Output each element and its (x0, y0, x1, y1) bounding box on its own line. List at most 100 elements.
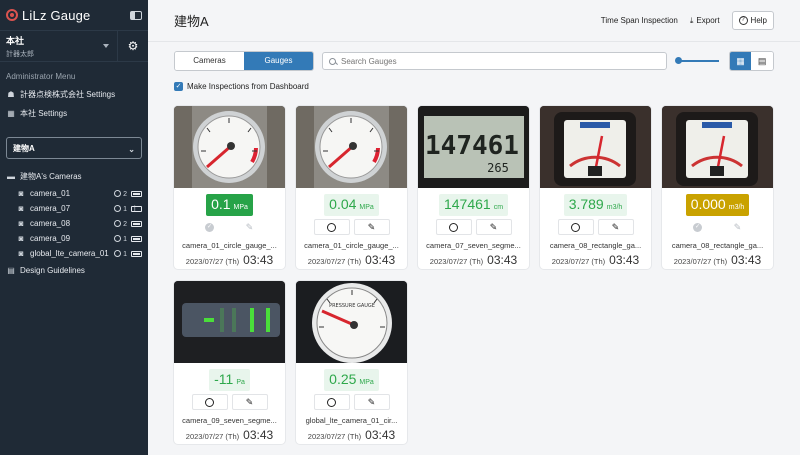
reading-unit: Pa (236, 379, 245, 386)
search-box[interactable] (322, 52, 668, 70)
gauge-thumbnail[interactable] (174, 106, 285, 188)
circle-icon (327, 397, 336, 407)
camera-name: camera_09 (30, 234, 71, 243)
gauge-thumbnail[interactable]: PRESSURE GAUGE (296, 281, 407, 363)
gauge-count: 1 (109, 204, 127, 213)
edit-button[interactable]: ✎ (475, 219, 512, 235)
edit-button[interactable]: ✎ (719, 219, 756, 235)
header: 建物A Time Span Inspection ⤓ Export ? Help (148, 0, 800, 42)
inspect-button[interactable] (435, 219, 472, 235)
pencil-icon: ✎ (245, 221, 254, 232)
gauge-card[interactable]: 3.789 m3/h ✎ camera_08_rectangle_ga... 2023/… (540, 106, 651, 269)
sidebar-item-design-guidelines[interactable]: ▤ Design Guidelines (0, 261, 148, 280)
table-view-button[interactable]: ▤ (751, 52, 773, 70)
gauge-card[interactable]: 0.1 MPa ✓ ✎ camera_01_circle_gauge_... 2023/0… (174, 106, 285, 269)
sidebar-item-camera[interactable]: ◙ global_lte_camera_01 1 (0, 246, 148, 261)
cameras-folder[interactable]: ▬ 建物A's Cameras (0, 167, 148, 186)
gauge-thumbnail[interactable]: 147461 265 (418, 106, 529, 188)
search-input[interactable] (341, 56, 641, 66)
inspect-button[interactable] (557, 219, 594, 235)
info-icon (114, 234, 122, 242)
edit-button[interactable]: ✎ (231, 394, 268, 410)
battery-icon (131, 250, 142, 257)
card-size-slider[interactable] (675, 57, 719, 64)
card-actions: ✎ (174, 394, 285, 410)
gauge-count-value: 1 (123, 205, 127, 213)
grid-view-button[interactable]: ▦ (729, 52, 752, 70)
settings-button[interactable]: ⚙ (118, 31, 148, 61)
download-icon: ⤓ (689, 15, 694, 25)
gauge-name: global_lte_camera_01_cir... (305, 416, 398, 425)
camera-icon: ◙ (18, 234, 24, 243)
reading-date: 2023/07/27 (Th) (185, 432, 240, 441)
gauge-card[interactable]: 0.04 MPa ✎ camera_01_circle_gauge_... 2023/0… (296, 106, 407, 269)
sidebar-item-company-settings[interactable]: ☗ 計器点検株式会社 Settings (0, 85, 148, 104)
gauge-name: camera_07_seven_segme... (426, 241, 521, 250)
gauge-thumbnail[interactable] (296, 106, 407, 188)
gauge-count: 2 (109, 189, 127, 198)
tab-cameras[interactable]: Cameras (175, 52, 244, 70)
value-row: 0.1 MPa (174, 194, 285, 216)
gauge-count-value: 1 (123, 235, 127, 243)
camera-name: camera_01 (30, 189, 71, 198)
reading-date: 2023/07/27 (Th) (429, 257, 484, 266)
inspect-button[interactable] (191, 394, 228, 410)
gauge-card[interactable]: 147461 265 147461 cm ✎ camera_07_seven_segme.… (418, 106, 529, 269)
dashboard-inspection-checkbox[interactable]: ✓ Make Inspections from Dashboard (174, 82, 309, 91)
inspect-button[interactable] (313, 394, 350, 410)
toolbar: Cameras Gauges ▦ ▤ (174, 51, 774, 71)
gauge-card[interactable]: -11 Pa ✎ camera_09_seven_segme... 2023/07/27… (174, 281, 285, 444)
reading-time: 03:43 (365, 428, 396, 442)
edit-button[interactable]: ✎ (353, 394, 390, 410)
info-icon (114, 189, 122, 197)
sidebar-item-office-settings[interactable]: ▦ 本社 Settings (0, 104, 148, 123)
checkbox-checked-icon[interactable]: ✓ (174, 82, 183, 91)
reading-unit: m3/h (728, 204, 745, 211)
edit-button[interactable]: ✎ (231, 219, 268, 235)
sidebar-collapse-icon[interactable] (130, 10, 142, 20)
edit-button[interactable]: ✎ (353, 219, 390, 235)
edit-button[interactable]: ✎ (597, 219, 634, 235)
battery-icon: ▏ (131, 205, 142, 212)
gauge-name: camera_01_circle_gauge_... (182, 241, 277, 250)
gauge-thumbnail[interactable] (540, 106, 651, 188)
slider-thumb[interactable] (675, 57, 683, 64)
building-select[interactable]: 建物A ⌄ (6, 137, 142, 159)
reading-unit: m3/h (606, 204, 623, 211)
gauge-thumbnail[interactable] (662, 106, 773, 188)
dashboard-check-label: Make Inspections from Dashboard (187, 82, 309, 91)
help-button[interactable]: ? Help (731, 11, 774, 30)
account-selector[interactable]: 本社 計器太郎 (0, 31, 118, 61)
svg-text:PRESSURE GAUGE: PRESSURE GAUGE (329, 303, 375, 309)
sidebar-item-camera[interactable]: ◙ camera_09 1 (0, 231, 148, 246)
gauge-count-value: 2 (123, 220, 127, 228)
reading-time: 03:43 (243, 428, 274, 442)
circle-icon (571, 222, 580, 232)
reading-value: 0.25 (329, 371, 357, 387)
sidebar-item-camera[interactable]: ◙ camera_08 2 (0, 216, 148, 231)
camera-icon: ◙ (18, 204, 24, 213)
sidebar-item-camera[interactable]: ◙ camera_01 2 (0, 186, 148, 201)
gauge-thumbnail[interactable] (174, 281, 285, 363)
sidebar-item-label: Design Guidelines (20, 266, 85, 275)
search-icon (329, 57, 336, 65)
pencil-icon: ✎ (489, 221, 498, 232)
lcd-sub-readout: 265 (487, 161, 509, 175)
reading-date: 2023/07/27 (Th) (551, 257, 606, 266)
reading-time: 03:43 (487, 253, 518, 267)
reading-badge: 147461 cm (438, 194, 509, 216)
circle-icon (205, 397, 214, 407)
info-icon (114, 204, 122, 212)
tab-gauges[interactable]: Gauges (244, 52, 313, 70)
inspect-button[interactable] (313, 219, 350, 235)
time-span-inspection-link[interactable]: Time Span Inspection (601, 16, 678, 25)
reading-value: 0.04 (329, 196, 357, 212)
gauge-card[interactable]: PRESSURE GAUGE 0.25 MPa ✎ global_lte_camera_… (296, 281, 407, 444)
account-name: 本社 (6, 35, 25, 46)
gauge-card[interactable]: 0.000 m3/h ✓ ✎ camera_08_rectangle_ga... 2023… (662, 106, 773, 269)
export-button[interactable]: ⤓ Export (690, 16, 720, 26)
lcd-readout: 147461 (425, 131, 519, 161)
page-title: 建物A (174, 14, 209, 29)
gauge-count: 1 (109, 234, 127, 243)
sidebar-item-camera[interactable]: ◙ camera_07 1 ▏ (0, 201, 148, 216)
